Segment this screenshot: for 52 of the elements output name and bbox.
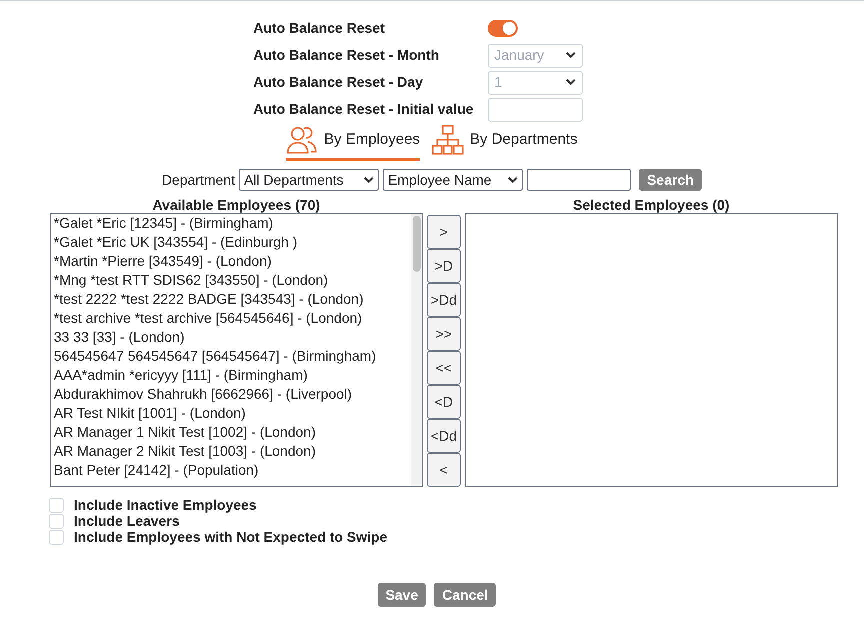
- move-button[interactable]: >D: [427, 249, 461, 283]
- list-item[interactable]: AR Test NIkit [1001] - (London): [54, 404, 411, 423]
- selected-list[interactable]: [465, 213, 838, 487]
- setting-label: Auto Balance Reset - Initial value: [254, 100, 475, 119]
- chevron-down-icon: [508, 176, 518, 184]
- search-button[interactable]: Search: [639, 169, 702, 191]
- chevron-down-icon: [364, 176, 374, 184]
- cancel-button[interactable]: Cancel: [434, 583, 496, 607]
- list-item[interactable]: *Galet *Eric [12345] - (Birmingham): [54, 214, 411, 233]
- department-label: Department: [162, 170, 236, 190]
- move-button[interactable]: >>: [427, 317, 461, 351]
- setting-label: Auto Balance Reset: [254, 19, 386, 38]
- list-item[interactable]: *Galet *Eric UK [343554] - (Edinburgh ): [54, 233, 411, 252]
- list-item[interactable]: *test archive *test archive [564545646] - (London): [54, 309, 411, 328]
- checkbox[interactable]: [49, 530, 64, 544]
- checkbox[interactable]: [49, 514, 64, 528]
- setting-label: Auto Balance Reset - Day: [254, 73, 424, 92]
- save-button[interactable]: Save: [378, 583, 426, 607]
- move-button[interactable]: <Dd: [427, 419, 461, 453]
- move-button[interactable]: >Dd: [427, 283, 461, 317]
- input-field[interactable]: [488, 98, 582, 122]
- list-item[interactable]: 33 33 [33] - (London): [54, 328, 411, 347]
- tab[interactable]: By Departments: [432, 125, 578, 161]
- list-title: Available Employees (70): [152, 196, 322, 213]
- list-title: Selected Employees (0): [572, 196, 731, 213]
- tab[interactable]: By Employees: [286, 125, 420, 161]
- list-item[interactable]: *Mng *test RTT SDIS62 [343550] - (London): [54, 271, 411, 290]
- list-item[interactable]: *test 2222 *test 2222 BADGE [343543] - (London): [54, 290, 411, 309]
- move-button[interactable]: <<: [427, 351, 461, 385]
- move-button[interactable]: <D: [427, 385, 461, 419]
- search-field[interactable]: [527, 169, 632, 191]
- field-dropdown[interactable]: Employee Name: [383, 169, 524, 191]
- chevron-down-icon: [566, 79, 576, 86]
- employee-list[interactable]: [50, 213, 423, 487]
- scrollbar-thumb[interactable]: [412, 216, 420, 272]
- list-item[interactable]: AR Manager 1 Nikit Test [1002] - (London): [54, 423, 411, 442]
- department-dropdown[interactable]: All Departments: [239, 169, 380, 191]
- list-item[interactable]: AR Manager 2 Nikit Test [1003] - (London): [54, 442, 411, 461]
- checkbox-label: Include Employees with Not Expected to Swipe: [74, 528, 388, 547]
- chevron-down-icon: [566, 52, 576, 59]
- hierarchy-icon: [432, 125, 464, 155]
- people-icon: [286, 125, 318, 155]
- setting-label: Auto Balance Reset - Month: [254, 46, 440, 65]
- list-item[interactable]: Abdurakhimov Shahrukh [6662966] - (Liverpool): [54, 385, 411, 404]
- list-item[interactable]: AAA*admin *ericyyy [111] - (Birmingham): [54, 366, 411, 385]
- move-button[interactable]: >: [427, 215, 461, 249]
- list-item[interactable]: 564545647 564545647 [564545647] - (Birmingham): [54, 347, 411, 366]
- list-item[interactable]: Bant Peter [24142] - (Population): [54, 461, 411, 480]
- move-button[interactable]: <: [427, 453, 461, 487]
- list-item[interactable]: *Martin *Pierre [343549] - (London): [54, 252, 411, 271]
- toggle-switch[interactable]: [488, 20, 518, 37]
- checkbox[interactable]: [49, 498, 64, 512]
